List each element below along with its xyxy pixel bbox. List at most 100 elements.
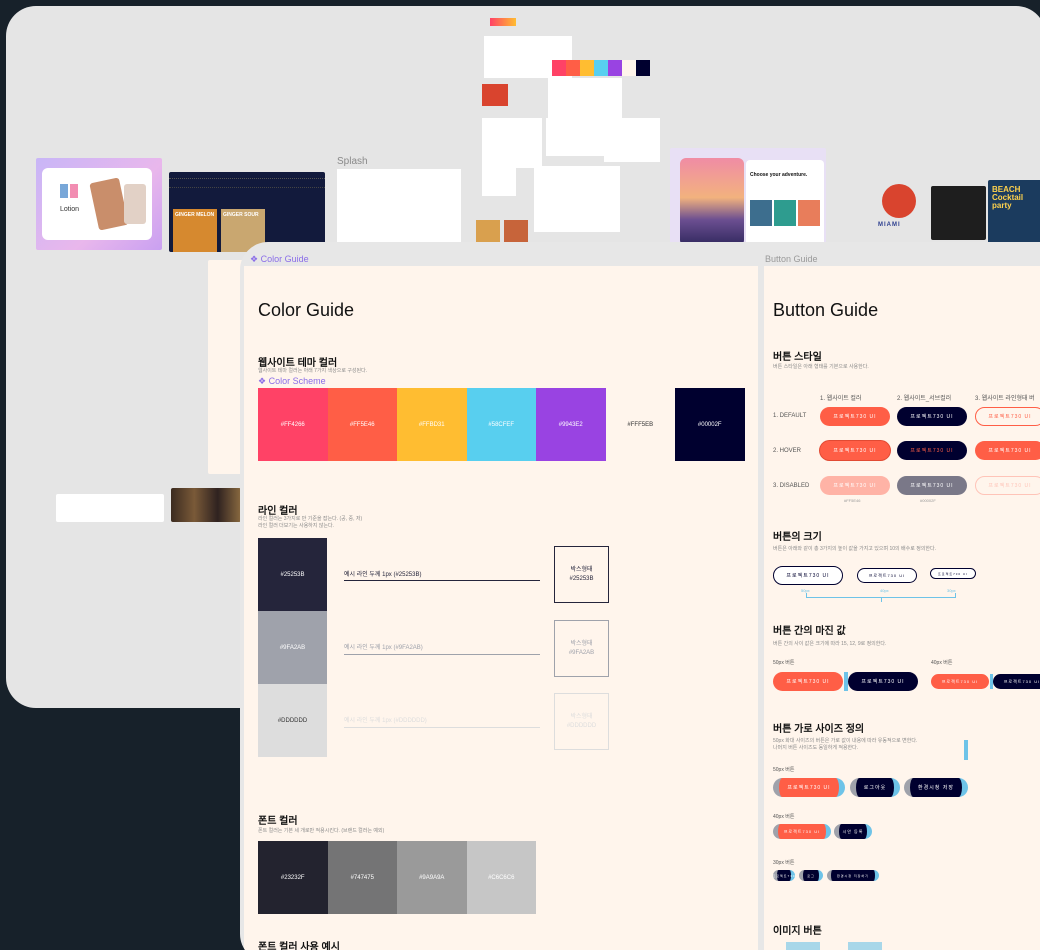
disabled-line-button: 프로젝트730 UI — [975, 476, 1040, 495]
swatch-ff5e46: #FF5E46 — [327, 388, 397, 461]
button-guide-frame-label[interactable]: Button Guide — [765, 254, 818, 264]
miami-logo-thumbnail[interactable]: MIAMI — [868, 180, 930, 240]
margin-50-button[interactable]: 프로젝트730 UI — [848, 672, 918, 691]
button-width-desc-1: 50px 화대 사이즈의 버튼은 가로 값이 내용에 따라 유동적으로 변한다. — [773, 738, 918, 744]
line-example-rule — [344, 654, 540, 655]
lotion-landing-thumbnail[interactable]: Lotion — [36, 158, 162, 250]
palm-logo-icon — [882, 184, 916, 218]
width-50-button[interactable]: 프로젝트730 UI — [773, 778, 845, 797]
box-example: 박스형태 #9FA2AB — [554, 620, 609, 677]
line-example-text: 예시 라인 두께 1px (#9FA2AB) — [344, 645, 423, 651]
size-50-button[interactable]: 프로젝트730 UI — [773, 566, 843, 585]
button-width-heading: 버튼 가로 사이즈 정의 — [773, 724, 865, 735]
size-40-button[interactable]: 프로젝트730 UI — [857, 568, 917, 583]
width-30-button[interactable]: 로그 — [799, 870, 823, 881]
bar-photo-thumbnail[interactable] — [171, 488, 241, 522]
splash-frame-label: Splash — [337, 156, 368, 167]
adventure-title: Choose your adventure. — [750, 172, 808, 178]
size-label: 40px — [880, 588, 889, 593]
swatch-c6c6c6: #C6C6C6 — [466, 841, 536, 914]
mini-frame[interactable] — [504, 220, 528, 244]
mini-frame[interactable] — [490, 18, 516, 26]
margin-label-50: 50px 버튼 — [773, 660, 795, 666]
swatch — [636, 60, 650, 76]
swatch — [566, 60, 580, 76]
color-guide-frame-label[interactable]: ❖ Color Guide — [250, 254, 309, 265]
swatch-00002f: #00002F — [675, 388, 745, 461]
line-color-desc-1: 라인 컬러는 3가지로 만 기준을 잡는다. (공, 중, 저) — [258, 516, 363, 522]
col-head-brand: 1. 웹사이트 컬러 — [820, 396, 862, 402]
font-usage-heading: 폰트 컬러 사용 예시 — [258, 942, 340, 950]
button-margin-desc: 버튼 간의 사이 값은 크기에 따라 15, 12, 9로 정의한다. — [773, 641, 887, 647]
font-color-desc: 폰트 컬러는 기본 세 개로만 적용시킨다. (브랜드 컬러는 예외) — [258, 828, 385, 834]
hover-line-button[interactable]: 프로젝트730 UI — [975, 441, 1040, 460]
mini-frame[interactable] — [482, 118, 542, 168]
width-50-button[interactable]: 로그아웃 — [850, 778, 900, 797]
cocktail-menu-thumbnail[interactable] — [931, 186, 986, 240]
line-swatch-column: #25253B #9FA2AB #DDDDDD — [258, 538, 327, 757]
mini-frame[interactable] — [482, 166, 516, 196]
product-image — [124, 184, 146, 224]
margin-50-button[interactable]: 프로젝트730 UI — [773, 672, 843, 691]
col-head-line: 3. 웹사이트 라인형태 버 — [975, 396, 1035, 402]
row-label-disabled: 3. DISABLED — [773, 483, 810, 489]
cocktail-site-thumbnail[interactable]: GINGER MELON GINGER SOUR — [169, 172, 325, 252]
hover-sub-button[interactable]: 프로젝트730 UI — [897, 441, 967, 460]
mini-frame[interactable] — [476, 220, 500, 244]
line-example-rule — [344, 727, 540, 728]
swatch — [594, 60, 608, 76]
image-button-heading: 이미지 버튼 — [773, 926, 822, 937]
default-line-button[interactable]: 프로젝트730 UI — [975, 407, 1040, 426]
sunset-image — [680, 158, 744, 246]
width-30-button[interactable]: 환경시청 저장하기 — [827, 870, 879, 881]
swatch — [622, 60, 636, 76]
mini-frame[interactable] — [546, 118, 604, 156]
button-size-desc: 버튼은 아래와 같이 총 3가지의 높이 값을 가지고 있으며 10의 배수로 … — [773, 546, 937, 552]
width-30-button[interactable]: 프로젝트730 — [772, 870, 795, 881]
beach-poster-thumbnail[interactable]: BEACH Cocktail party — [988, 180, 1040, 244]
size-bracket — [881, 597, 882, 602]
width-label-30: 30px 버튼 — [773, 860, 795, 866]
table-thumbnail[interactable] — [56, 494, 164, 522]
swatch-58cfef: #58CFEF — [466, 388, 536, 461]
button-guide-board[interactable]: Button Guide 버튼 스타일 버튼 스타일은 아래 형태를 기본으로 … — [764, 266, 1040, 950]
theme-color-desc: 웹사이트 테마 컬러는 아래 7가지 색상으로 구성된다. — [258, 368, 368, 374]
margin-40-button[interactable]: 프로젝트730 UI — [993, 674, 1040, 689]
font-swatch-row: #23232F #747475 #9A9A9A #C6C6C6 — [258, 841, 536, 914]
mini-frame[interactable] — [548, 78, 622, 118]
swatch-23232f: #23232F — [258, 841, 328, 914]
swatch-9a9a9a: #9A9A9A — [397, 841, 467, 914]
size-bracket — [806, 593, 807, 598]
swatch-ff4266: #FF4266 — [258, 388, 328, 461]
mini-frame[interactable] — [534, 166, 620, 232]
size-30-button[interactable]: 프로젝트730 UI — [930, 568, 976, 579]
default-brand-button[interactable]: 프로젝트730 UI — [820, 407, 890, 426]
mini-frame[interactable] — [604, 118, 660, 162]
splash-frame[interactable] — [337, 169, 461, 251]
margin-40-button[interactable]: 프로젝트730 UI — [931, 674, 989, 689]
adventure-thumbnail[interactable]: Choose your adventure. — [670, 148, 826, 246]
width-50-button[interactable]: 환경시청 저장 — [904, 778, 968, 797]
width-label-50: 50px 버튼 — [773, 767, 795, 773]
image-button-preview — [848, 942, 882, 950]
disabled-note: #FF5E46 — [844, 498, 861, 503]
hover-brand-button[interactable]: 프로젝트730 UI — [820, 441, 890, 460]
swatch-strip-thumbnail[interactable] — [552, 60, 650, 76]
swatch-747475: #747475 — [327, 841, 397, 914]
width-40-button[interactable]: 시안 등록 — [834, 824, 872, 839]
theme-swatch-row: #FF4266 #FF5E46 #FFBD31 #58CFEF #9943E2 … — [258, 388, 745, 461]
product-title: GINGER MELON — [175, 212, 215, 218]
mini-frame[interactable] — [482, 84, 508, 106]
adventure-panel: Choose your adventure. — [746, 160, 824, 246]
zoomed-design-frame[interactable]: ❖ Color Guide Button Guide Color Guide 웹… — [240, 242, 1040, 950]
width-40-button[interactable]: 프로젝트730 UI — [773, 824, 831, 839]
beach-poster-title: BEACH Cocktail party — [992, 185, 1024, 210]
color-guide-board[interactable]: Color Guide 웹사이트 테마 컬러 웹사이트 테마 컬러는 아래 7가… — [244, 266, 758, 950]
color-scheme-tag[interactable]: ❖ Color Scheme — [258, 376, 326, 387]
box-example: 박스형태 #DDDDDD — [554, 693, 609, 750]
font-color-heading: 폰트 컬러 — [258, 816, 298, 827]
default-sub-button[interactable]: 프로젝트730 UI — [897, 407, 967, 426]
product-tile — [70, 184, 78, 198]
lotion-card: Lotion — [42, 168, 152, 240]
line-example-text: 예시 라인 두께 1px (#DDDDDD) — [344, 718, 427, 724]
